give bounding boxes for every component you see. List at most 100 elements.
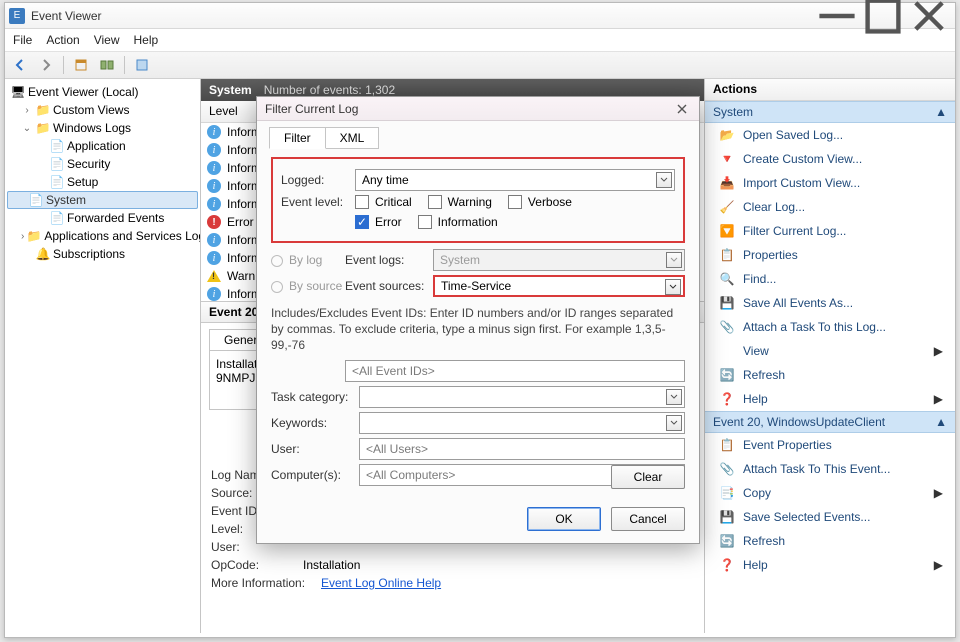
action-filter-current[interactable]: 🔽Filter Current Log... xyxy=(705,219,955,243)
action-find[interactable]: 🔍Find... xyxy=(705,267,955,291)
menu-file[interactable]: File xyxy=(13,33,32,47)
actions-title: Actions xyxy=(705,79,955,101)
action-save-selected[interactable]: 💾Save Selected Events... xyxy=(705,505,955,529)
log-icon: 📄 xyxy=(50,175,64,189)
cb-warning[interactable]: Warning xyxy=(428,195,492,209)
action-view[interactable]: View▶ xyxy=(705,339,955,363)
menubar: File Action View Help xyxy=(5,29,955,52)
forward-button[interactable] xyxy=(35,54,57,76)
action-open-saved[interactable]: 📂Open Saved Log... xyxy=(705,123,955,147)
help-icon: ❓ xyxy=(719,557,735,573)
filter-icon: 🔽 xyxy=(719,223,735,239)
action-event-properties[interactable]: 📋Event Properties xyxy=(705,433,955,457)
chevron-down-icon xyxy=(666,252,682,268)
cb-information[interactable]: Information xyxy=(418,215,498,229)
tree-custom-views[interactable]: ›📁Custom Views xyxy=(7,101,198,119)
log-icon: 📄 xyxy=(50,139,64,153)
checkbox-icon xyxy=(355,195,369,209)
properties-icon: 📋 xyxy=(719,437,735,453)
log-icon: 📄 xyxy=(29,193,43,207)
action-attach-task-event[interactable]: 📎Attach Task To This Event... xyxy=(705,457,955,481)
clear-button[interactable]: Clear xyxy=(611,465,685,489)
app-icon: E xyxy=(9,8,25,24)
event-log-help-link[interactable]: Event Log Online Help xyxy=(321,576,441,590)
view-icon xyxy=(719,343,735,359)
info-icon: i xyxy=(207,179,221,193)
menu-view[interactable]: View xyxy=(94,33,120,47)
close-button[interactable] xyxy=(907,5,951,27)
event-ids-input[interactable] xyxy=(345,360,685,382)
action-create-custom[interactable]: 🔻Create Custom View... xyxy=(705,147,955,171)
folder-icon: 📁 xyxy=(27,229,41,243)
tree-windows-logs[interactable]: ⌄📁Windows Logs xyxy=(7,119,198,137)
logged-select[interactable]: Any time xyxy=(355,169,675,191)
kv-opcode-val: Installation xyxy=(303,558,360,572)
action-properties[interactable]: 📋Properties xyxy=(705,243,955,267)
user-input[interactable] xyxy=(359,438,685,460)
task-category-select[interactable] xyxy=(359,386,685,408)
highlight-box-1: Logged: Any time Event level: Critical W… xyxy=(271,157,685,243)
refresh-icon: 🔄 xyxy=(719,367,735,383)
folder-open-icon: 📂 xyxy=(719,127,735,143)
tree-forwarded[interactable]: 📄Forwarded Events xyxy=(7,209,198,227)
checkbox-checked-icon: ✓ xyxy=(355,215,369,229)
cb-error[interactable]: ✓Error xyxy=(355,215,402,229)
toolbar-btn-1[interactable] xyxy=(70,54,92,76)
navigation-tree[interactable]: 🖥Event Viewer (Local) ›📁Custom Views ⌄📁W… xyxy=(5,79,201,633)
center-title: System xyxy=(209,83,252,97)
chevron-down-icon xyxy=(666,415,682,431)
tree-setup[interactable]: 📄Setup xyxy=(7,173,198,191)
action-copy[interactable]: 📑Copy▶ xyxy=(705,481,955,505)
action-refresh[interactable]: 🔄Refresh xyxy=(705,363,955,387)
action-save-all[interactable]: 💾Save All Events As... xyxy=(705,291,955,315)
maximize-button[interactable] xyxy=(861,5,905,27)
chevron-right-icon: ▶ xyxy=(934,344,943,358)
info-icon: i xyxy=(207,125,221,139)
tree-application[interactable]: 📄Application xyxy=(7,137,198,155)
event-logs-select: System xyxy=(433,249,685,271)
cb-critical[interactable]: Critical xyxy=(355,195,412,209)
col-level[interactable]: Level xyxy=(201,101,259,122)
collapse-icon: ▲ xyxy=(935,105,947,119)
dialog-close-button[interactable] xyxy=(673,100,691,118)
folder-icon: 📁 xyxy=(36,121,50,135)
menu-action[interactable]: Action xyxy=(46,33,79,47)
tab-filter[interactable]: Filter xyxy=(269,127,326,149)
tree-system[interactable]: 📄System xyxy=(7,191,198,209)
minimize-button[interactable] xyxy=(815,5,859,27)
search-icon: 🔍 xyxy=(719,271,735,287)
kv-opcode: OpCode: xyxy=(211,558,303,572)
info-icon: i xyxy=(207,197,221,211)
action-import-custom[interactable]: 📥Import Custom View... xyxy=(705,171,955,195)
action-help[interactable]: ❓Help▶ xyxy=(705,387,955,411)
tree-security[interactable]: 📄Security xyxy=(7,155,198,173)
menu-help[interactable]: Help xyxy=(134,33,159,47)
label-logged: Logged: xyxy=(281,173,355,187)
toolbar-btn-3[interactable] xyxy=(131,54,153,76)
collapse-icon: ▲ xyxy=(935,415,947,429)
actions-section-event[interactable]: Event 20, WindowsUpdateClient▲ xyxy=(705,411,955,433)
tree-root[interactable]: 🖥Event Viewer (Local) xyxy=(7,83,198,101)
event-sources-select[interactable]: Time-Service xyxy=(433,275,685,297)
toolbar-btn-2[interactable] xyxy=(96,54,118,76)
titlebar: E Event Viewer xyxy=(5,3,955,29)
ok-button[interactable]: OK xyxy=(527,507,601,531)
actions-pane: Actions System▲ 📂Open Saved Log... 🔻Crea… xyxy=(705,79,955,633)
cancel-button[interactable]: Cancel xyxy=(611,507,685,531)
hint-text: Includes/Excludes Event IDs: Enter ID nu… xyxy=(271,305,685,354)
checkbox-icon xyxy=(418,215,432,229)
folder-icon: 📁 xyxy=(36,103,50,117)
tree-subscriptions[interactable]: 🔔Subscriptions xyxy=(7,245,198,263)
action-help2[interactable]: ❓Help▶ xyxy=(705,553,955,577)
action-clear-log[interactable]: 🧹Clear Log... xyxy=(705,195,955,219)
properties-icon: 📋 xyxy=(719,247,735,263)
actions-section-system[interactable]: System▲ xyxy=(705,101,955,123)
action-attach-task-log[interactable]: 📎Attach a Task To this Log... xyxy=(705,315,955,339)
tree-app-services[interactable]: ›📁Applications and Services Logs xyxy=(7,227,198,245)
chevron-down-icon xyxy=(666,389,682,405)
back-button[interactable] xyxy=(9,54,31,76)
tab-xml[interactable]: XML xyxy=(326,127,380,149)
action-refresh2[interactable]: 🔄Refresh xyxy=(705,529,955,553)
keywords-select[interactable] xyxy=(359,412,685,434)
cb-verbose[interactable]: Verbose xyxy=(508,195,572,209)
